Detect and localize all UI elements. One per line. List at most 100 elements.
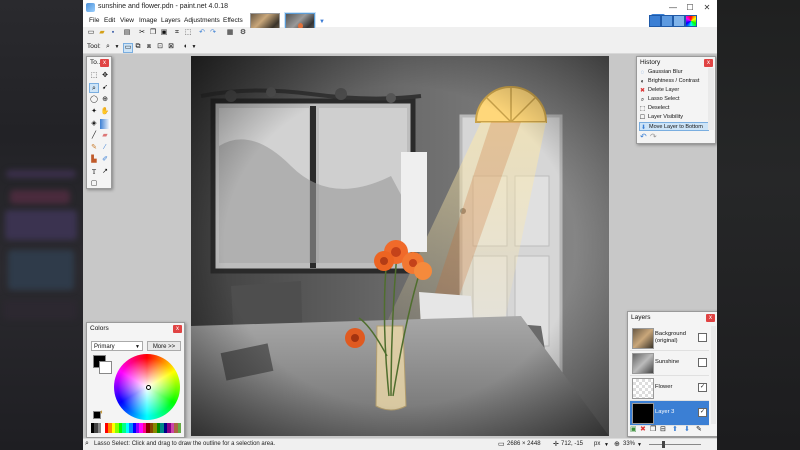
layer-row-background[interactable]: Background (original) bbox=[630, 326, 709, 351]
magic-wand-icon[interactable]: ✦ bbox=[89, 107, 99, 117]
zoom-slider-thumb[interactable] bbox=[662, 441, 665, 448]
move-selected-icon[interactable]: ✥ bbox=[100, 71, 110, 81]
history-item[interactable]: ◌ Gaussian Blur bbox=[639, 68, 709, 77]
grid-icon[interactable]: ▦ bbox=[226, 29, 234, 37]
history-item[interactable]: ⌕ Lasso Select bbox=[639, 95, 709, 104]
paint-bucket-icon[interactable]: ◈ bbox=[89, 119, 99, 129]
selection-mode-union-icon[interactable]: ⧉ bbox=[134, 43, 142, 51]
cut-icon[interactable]: ✂ bbox=[138, 29, 146, 37]
layer-row-sunshine[interactable]: Sunshine bbox=[630, 351, 709, 376]
secondary-color-swatch[interactable] bbox=[99, 361, 112, 374]
history-item[interactable]: ☐ Layer Visibility bbox=[639, 113, 709, 122]
history-item[interactable]: ◐ Brightness / Contrast bbox=[639, 77, 709, 86]
colors-window-icon[interactable] bbox=[685, 15, 697, 27]
history-panel-close-button[interactable]: x bbox=[704, 59, 713, 67]
current-tool-icon[interactable]: ⌕ bbox=[104, 43, 112, 51]
tool-dropdown-icon[interactable]: ▼ bbox=[113, 43, 121, 51]
eraser-icon[interactable]: ▰ bbox=[100, 131, 110, 141]
open-icon[interactable]: ▰ bbox=[98, 29, 106, 37]
palette-swatch[interactable] bbox=[177, 423, 181, 433]
move-layer-up-icon[interactable]: ⬆ bbox=[672, 425, 678, 433]
zoom-slider[interactable] bbox=[649, 444, 701, 445]
save-icon[interactable]: ▪ bbox=[109, 29, 117, 37]
maximize-button[interactable]: ☐ bbox=[682, 2, 698, 13]
menu-effects[interactable]: Effects bbox=[223, 17, 243, 24]
layer-visibility-checkbox[interactable]: ✓ bbox=[698, 408, 707, 417]
more-colors-button[interactable]: More >> bbox=[147, 341, 181, 351]
move-layer-down-icon[interactable]: ⬇ bbox=[684, 425, 690, 433]
selection-mode-intersect-icon[interactable]: ⊡ bbox=[156, 43, 164, 51]
add-layer-icon[interactable]: ▣ bbox=[630, 425, 637, 433]
pan-icon[interactable]: ✋ bbox=[100, 107, 110, 117]
zoom-icon-status[interactable]: ⊕ bbox=[614, 440, 620, 448]
history-redo-icon[interactable]: ↷ bbox=[650, 132, 657, 141]
zoom-level[interactable]: 33% bbox=[623, 441, 635, 447]
colors-panel-close-button[interactable]: x bbox=[173, 325, 182, 333]
history-item-selected[interactable]: ⬇ Move Layer to Bottom bbox=[639, 122, 709, 131]
history-window-icon[interactable] bbox=[661, 15, 673, 27]
paintbrush-icon[interactable]: ╱ bbox=[89, 131, 99, 141]
merge-layer-down-icon[interactable]: ⊟ bbox=[660, 425, 666, 433]
menu-file[interactable]: File bbox=[89, 17, 99, 24]
close-button[interactable]: ✕ bbox=[699, 2, 715, 13]
selection-mode-replace-icon[interactable]: ▭ bbox=[123, 43, 133, 53]
zoom-dropdown-icon[interactable]: ▼ bbox=[637, 442, 642, 448]
history-item[interactable]: ⬚ Deselect bbox=[639, 104, 709, 113]
color-picker-icon[interactable]: ⁄ bbox=[100, 143, 110, 153]
layer-row-layer-3[interactable]: Layer 3 ✓ bbox=[630, 401, 709, 426]
color-wheel[interactable] bbox=[114, 354, 180, 420]
tab-list-arrow-icon[interactable]: ▼ bbox=[319, 19, 325, 25]
layer-visibility-checkbox[interactable] bbox=[698, 333, 707, 342]
clone-stamp-icon[interactable]: ▙ bbox=[89, 155, 99, 165]
layer-visibility-checkbox[interactable] bbox=[698, 358, 707, 367]
layers-scrollbar[interactable] bbox=[711, 326, 716, 424]
units-dropdown-icon[interactable]: ▼ bbox=[604, 442, 609, 448]
minimize-button[interactable]: — bbox=[665, 2, 681, 13]
menu-adjustments[interactable]: Adjustments bbox=[184, 17, 220, 24]
image-canvas[interactable] bbox=[191, 56, 609, 436]
tools-window-icon[interactable] bbox=[649, 15, 661, 27]
recolor-icon[interactable]: ✐ bbox=[100, 155, 110, 165]
menu-edit[interactable]: Edit bbox=[104, 17, 115, 24]
layer-visibility-checkbox[interactable]: ✓ bbox=[698, 383, 707, 392]
settings-icon[interactable]: ⚙ bbox=[239, 29, 247, 37]
undo-icon[interactable]: ↶ bbox=[198, 29, 206, 37]
selection-mode-exclude-icon[interactable]: ⧈ bbox=[145, 43, 153, 51]
color-mode-select[interactable]: Primary ▼ bbox=[91, 341, 143, 351]
deselect-tb-icon[interactable]: ⬚ bbox=[184, 29, 192, 37]
gradient-icon[interactable] bbox=[100, 119, 110, 129]
selection-mode-xor-icon[interactable]: ⊠ bbox=[167, 43, 175, 51]
copy-icon[interactable]: ❐ bbox=[149, 29, 157, 37]
antialias-icon[interactable]: ◐ bbox=[182, 43, 190, 51]
rectangle-select-icon[interactable]: ⬚ bbox=[89, 71, 99, 81]
units-select[interactable]: px bbox=[594, 441, 600, 447]
text-icon[interactable]: T bbox=[89, 167, 99, 177]
antialias-dropdown-icon[interactable]: ▼ bbox=[190, 43, 198, 51]
layers-window-icon[interactable] bbox=[673, 15, 685, 27]
color-palette[interactable] bbox=[91, 423, 181, 433]
history-scrollbar[interactable] bbox=[708, 68, 714, 130]
history-item[interactable]: ✖ Delete Layer bbox=[639, 86, 709, 95]
crop-icon[interactable]: ⌗ bbox=[173, 29, 181, 37]
lasso-select-tool-icon[interactable]: ⌕ bbox=[89, 83, 99, 93]
menu-layers[interactable]: Layers bbox=[161, 17, 181, 24]
history-undo-icon[interactable]: ↶ bbox=[640, 132, 647, 141]
print-icon[interactable]: ▤ bbox=[123, 29, 131, 37]
redo-icon[interactable]: ↷ bbox=[209, 29, 217, 37]
color-wheel-options-icon[interactable]: ◐ bbox=[100, 409, 104, 416]
layers-panel-close-button[interactable]: x bbox=[706, 314, 715, 322]
line-curve-icon[interactable]: ↗ bbox=[100, 167, 110, 177]
color-wheel-cursor[interactable] bbox=[146, 385, 151, 390]
move-selection-icon[interactable]: ➹ bbox=[100, 83, 110, 93]
menu-view[interactable]: View bbox=[120, 17, 134, 24]
shapes-icon[interactable]: ▢ bbox=[89, 179, 99, 189]
layer-properties-icon[interactable]: ✎ bbox=[696, 425, 702, 433]
tools-panel-close-button[interactable]: x bbox=[100, 59, 109, 67]
new-icon[interactable]: ▭ bbox=[87, 29, 95, 37]
duplicate-layer-icon[interactable]: ❐ bbox=[650, 425, 656, 433]
pencil-icon[interactable]: ✎ bbox=[89, 143, 99, 153]
menu-image[interactable]: Image bbox=[139, 17, 157, 24]
zoom-icon[interactable]: ⊕ bbox=[100, 95, 110, 105]
layer-row-flower[interactable]: Flower ✓ bbox=[630, 376, 709, 401]
ellipse-select-icon[interactable]: ◯ bbox=[89, 95, 99, 105]
